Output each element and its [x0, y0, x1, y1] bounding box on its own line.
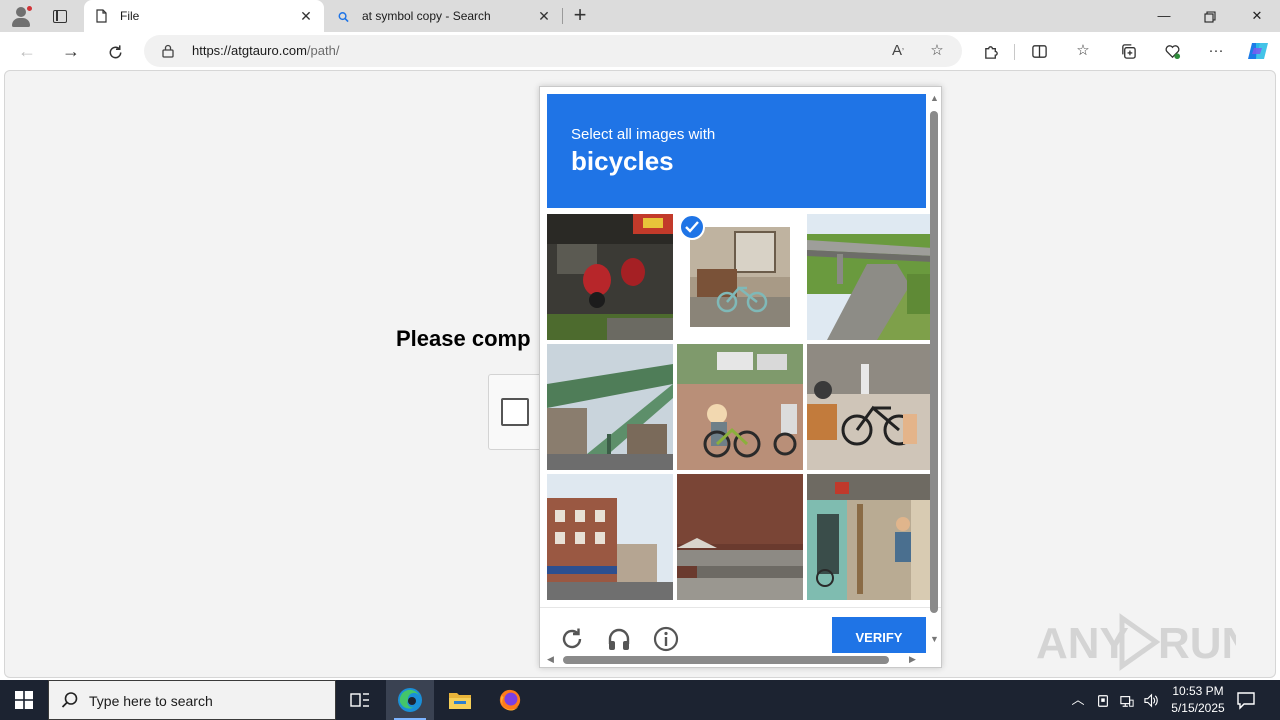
network-glyph-icon	[1120, 695, 1134, 707]
read-aloud-icon[interactable]: Aʼ	[887, 40, 909, 62]
edge-taskbar-button[interactable]	[386, 680, 434, 720]
task-view-icon	[350, 693, 369, 707]
close-window-button[interactable]: ✕	[1234, 0, 1280, 32]
tab-search[interactable]: at symbol copy - Search ✕	[326, 0, 562, 32]
image-tile-4[interactable]	[547, 344, 673, 470]
taskbar: Type here to search ︿ 10:53 PM 5/15/2025	[0, 680, 1280, 720]
search-icon	[61, 692, 78, 708]
url-path: /path/	[306, 43, 340, 58]
search-icon	[338, 12, 349, 23]
document-icon	[96, 9, 107, 23]
minimize-button[interactable]: —	[1141, 0, 1187, 32]
image-tile-8[interactable]	[677, 474, 803, 600]
split-icon	[1031, 44, 1047, 58]
svg-text:RUN: RUN	[1158, 619, 1236, 668]
clock-time: 10:53 PM	[1172, 684, 1224, 698]
url-text: https://atgtauro.com/path/	[192, 43, 339, 58]
profile-icon[interactable]	[8, 4, 34, 28]
firefox-button[interactable]	[486, 680, 534, 720]
scroll-down-icon[interactable]: ▼	[930, 634, 939, 644]
copilot-icon[interactable]	[1246, 39, 1268, 61]
page-heading: Please comp	[396, 326, 531, 351]
svg-text:ANY: ANY	[1036, 619, 1129, 668]
edge-icon	[398, 688, 422, 712]
lock-icon	[162, 44, 174, 58]
refresh-button[interactable]	[100, 36, 130, 66]
close-tab-icon[interactable]: ✕	[534, 6, 554, 26]
selected-check-icon	[679, 214, 705, 240]
network-icon[interactable]	[1117, 690, 1137, 710]
refresh-challenge-icon[interactable]	[558, 625, 586, 653]
image-tile-6[interactable]	[807, 344, 933, 470]
tab-label: at symbol copy - Search	[362, 9, 491, 23]
device-icon[interactable]	[1093, 690, 1113, 710]
forward-button[interactable]: →	[56, 36, 86, 66]
horizontal-scroll-thumb[interactable]	[563, 656, 889, 664]
prompt-text: Select all images with	[571, 126, 716, 143]
firefox-icon	[499, 689, 521, 711]
more-options-icon[interactable]: ···	[1205, 40, 1227, 62]
verify-button[interactable]: VERIFY	[832, 617, 926, 653]
favorite-star-icon[interactable]: ☆	[926, 40, 948, 62]
tab-divider	[562, 8, 563, 24]
system-clock[interactable]: 10:53 PM 5/15/2025	[1160, 683, 1236, 717]
browser-essentials-icon[interactable]	[1161, 40, 1183, 62]
vertical-scrollbar[interactable]: ▲ ▼	[927, 87, 941, 653]
taskbar-search-box[interactable]: Type here to search	[48, 680, 336, 720]
captcha-challenge-popup: Select all images with bicycles VERIFY ▲…	[539, 86, 942, 668]
back-button[interactable]: ←	[12, 36, 42, 66]
windows-logo-icon	[15, 691, 33, 709]
volume-icon[interactable]	[1141, 690, 1161, 710]
notifications-button[interactable]	[1236, 690, 1258, 710]
close-tab-icon[interactable]: ✕	[296, 6, 316, 26]
footer-divider	[540, 607, 941, 608]
tab-actions-icon[interactable]	[48, 4, 72, 28]
url-host: https://atgtauro.com	[192, 43, 307, 58]
show-hidden-icons-icon[interactable]: ︿	[1068, 690, 1088, 710]
favorites-icon[interactable]: ☆	[1072, 40, 1094, 62]
new-tab-button[interactable]: +	[568, 4, 592, 28]
refresh-icon	[109, 45, 121, 59]
split-screen-icon[interactable]	[1028, 40, 1050, 62]
address-bar[interactable]: https://atgtauro.com/path/ Aʼ ☆	[144, 35, 962, 67]
info-icon[interactable]	[652, 625, 680, 653]
restore-button[interactable]	[1187, 0, 1233, 32]
browser-toolbar: ← → https://atgtauro.com/path/ Aʼ ☆ ☆ ··…	[0, 32, 1280, 70]
speaker-icon	[1143, 693, 1158, 708]
vertical-scroll-thumb[interactable]	[930, 111, 938, 613]
toolbar-divider	[1014, 44, 1015, 60]
extensions-icon[interactable]	[980, 40, 1002, 62]
collections-glyph-icon	[1121, 43, 1136, 59]
anyrun-watermark-logo: ANY RUN	[1036, 613, 1236, 671]
image-tile-5[interactable]	[677, 344, 803, 470]
tab-file[interactable]: File ✕	[84, 0, 324, 32]
image-tile-3[interactable]	[807, 214, 933, 340]
start-button[interactable]	[0, 680, 48, 720]
file-explorer-button[interactable]	[436, 680, 484, 720]
horizontal-scrollbar[interactable]: ◀ ▶	[540, 653, 927, 667]
tab-label: File	[120, 9, 140, 23]
heart-pulse-icon	[1165, 44, 1180, 59]
image-tile-9[interactable]	[807, 474, 933, 600]
tab-strip: File ✕ at symbol copy - Search ✕ + — ✕	[0, 0, 1280, 32]
image-tile-7[interactable]	[547, 474, 673, 600]
task-view-button[interactable]	[336, 680, 384, 720]
collections-icon[interactable]	[1117, 40, 1139, 62]
notification-icon	[1237, 692, 1255, 710]
prompt-target: bicycles	[571, 146, 674, 176]
copilot-glyph-icon	[1248, 43, 1268, 59]
usb-device-icon	[1098, 694, 1108, 707]
audio-challenge-icon[interactable]	[605, 625, 633, 653]
scroll-right-icon[interactable]: ▶	[909, 654, 916, 665]
folder-icon	[449, 693, 471, 709]
restore-icon	[1204, 11, 1216, 23]
puzzle-icon	[984, 45, 998, 59]
image-tile-1[interactable]	[547, 214, 673, 340]
captcha-checkbox[interactable]	[501, 398, 529, 426]
search-placeholder: Type here to search	[89, 693, 213, 709]
challenge-prompt-banner: Select all images with bicycles	[547, 94, 926, 208]
clock-date: 5/15/2025	[1171, 701, 1225, 715]
scroll-up-icon[interactable]: ▲	[930, 93, 939, 103]
scroll-left-icon[interactable]: ◀	[547, 654, 554, 665]
